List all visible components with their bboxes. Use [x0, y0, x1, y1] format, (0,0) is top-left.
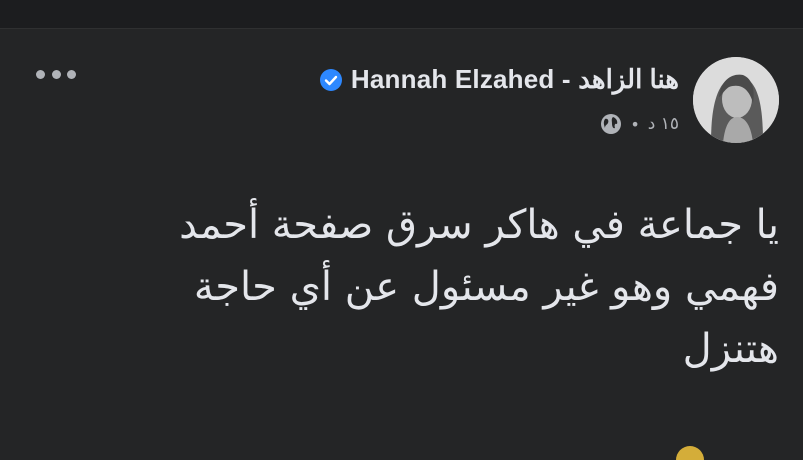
menu-dot — [36, 69, 45, 79]
avatar-photo — [693, 57, 779, 143]
avatar[interactable] — [693, 57, 779, 143]
post-line: فهمي وهو غير مسئول عن أي حاجة — [193, 264, 779, 310]
verified-badge-icon — [319, 68, 342, 91]
post-body: يا جماعة في هاكر سرق صفحة أحمد فهمي وهو … — [59, 194, 779, 380]
globe-icon[interactable] — [600, 113, 622, 135]
menu-dot — [67, 69, 76, 79]
more-options-icon[interactable] — [36, 63, 76, 85]
author-name[interactable]: Hannah Elzahed - هنا الزاهد — [351, 64, 679, 95]
post-line: هتنزل — [682, 326, 779, 372]
post-header: Hannah Elzahed - هنا الزاهد — [319, 64, 679, 95]
menu-dot — [51, 69, 61, 79]
post-time[interactable]: ١٥ د — [648, 114, 679, 134]
post-card: Hannah Elzahed - هنا الزاهد • ١٥ د يا جم… — [0, 29, 803, 453]
post-line: يا جماعة في هاكر سرق صفحة أحمد — [179, 202, 779, 248]
top-bar — [0, 0, 803, 29]
post-meta: • ١٥ د — [600, 113, 679, 135]
meta-separator: • — [630, 114, 640, 134]
